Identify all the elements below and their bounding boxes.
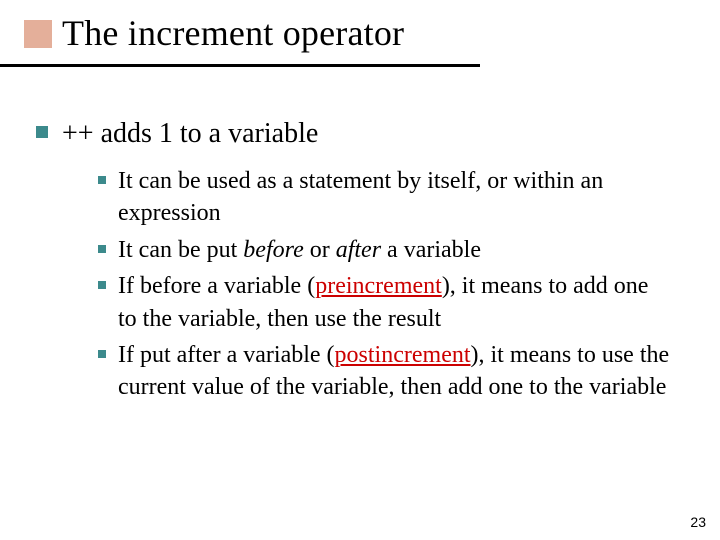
square-bullet-icon <box>98 245 106 253</box>
main-bullet-text: ++ adds 1 to a variable <box>62 116 318 151</box>
slide-body: ++ adds 1 to a variable It can be used a… <box>36 116 670 408</box>
square-bullet-icon <box>98 281 106 289</box>
title-underline <box>0 64 480 67</box>
sub-bullet-text: If put after a variable (postincrement),… <box>118 339 670 404</box>
sub-bullet-text: It can be put before or after a variable <box>118 234 481 266</box>
slide: The increment operator ++ adds 1 to a va… <box>0 0 720 540</box>
sub-bullet-text: It can be used as a statement by itself,… <box>118 165 670 230</box>
list-item: It can be put before or after a variable <box>98 234 670 266</box>
list-item: If put after a variable (postincrement),… <box>98 339 670 404</box>
title-row: The increment operator <box>0 0 720 54</box>
list-item: It can be used as a statement by itself,… <box>98 165 670 230</box>
square-bullet-icon <box>98 350 106 358</box>
postincrement-term: postincrement <box>335 342 471 368</box>
square-bullet-icon <box>98 176 106 184</box>
sub-bullet-list: It can be used as a statement by itself,… <box>98 165 670 404</box>
sub-bullet-text: If before a variable (preincrement), it … <box>118 270 670 335</box>
bullet-level1: ++ adds 1 to a variable <box>36 116 670 151</box>
square-bullet-icon <box>36 126 48 138</box>
page-number: 23 <box>690 514 706 530</box>
preincrement-term: preincrement <box>315 273 442 299</box>
list-item: If before a variable (preincrement), it … <box>98 270 670 335</box>
slide-title: The increment operator <box>62 12 404 54</box>
title-bullet-icon <box>24 20 52 48</box>
